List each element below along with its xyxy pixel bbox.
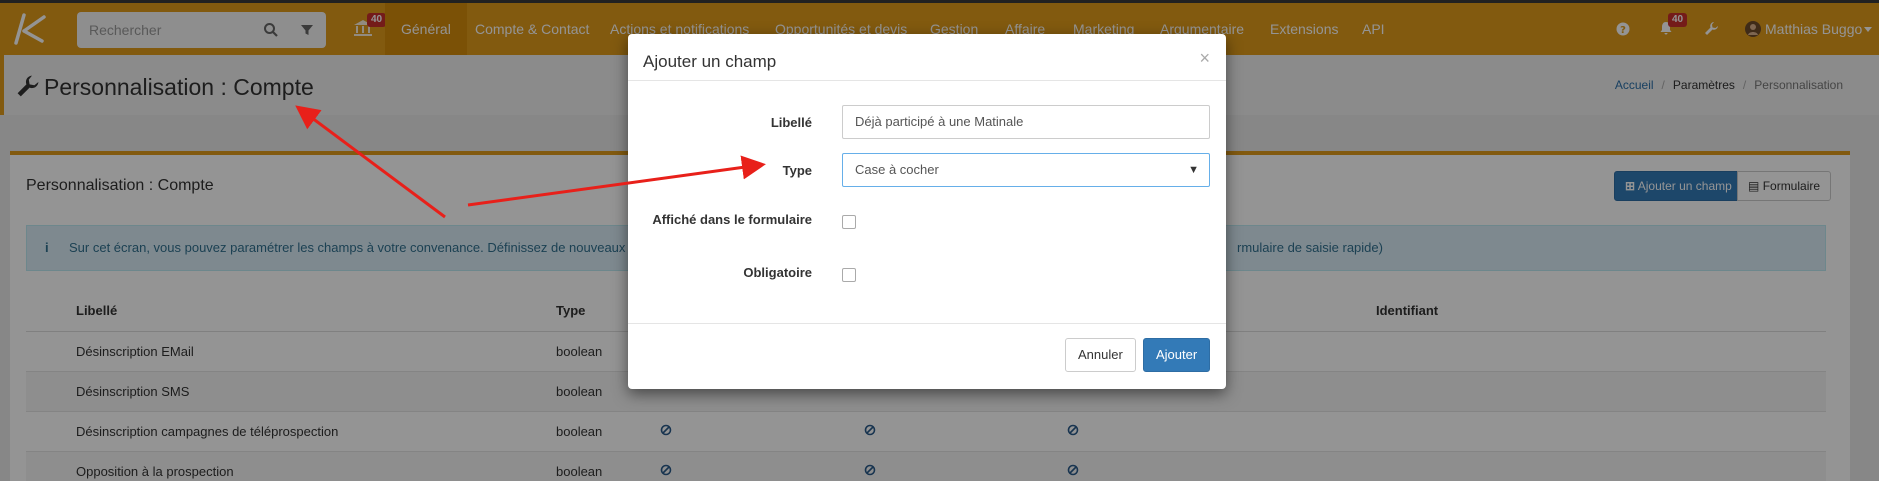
annotation-arrow xyxy=(295,105,446,219)
annotation-arrows xyxy=(295,105,766,219)
annotation-arrow xyxy=(467,155,766,207)
